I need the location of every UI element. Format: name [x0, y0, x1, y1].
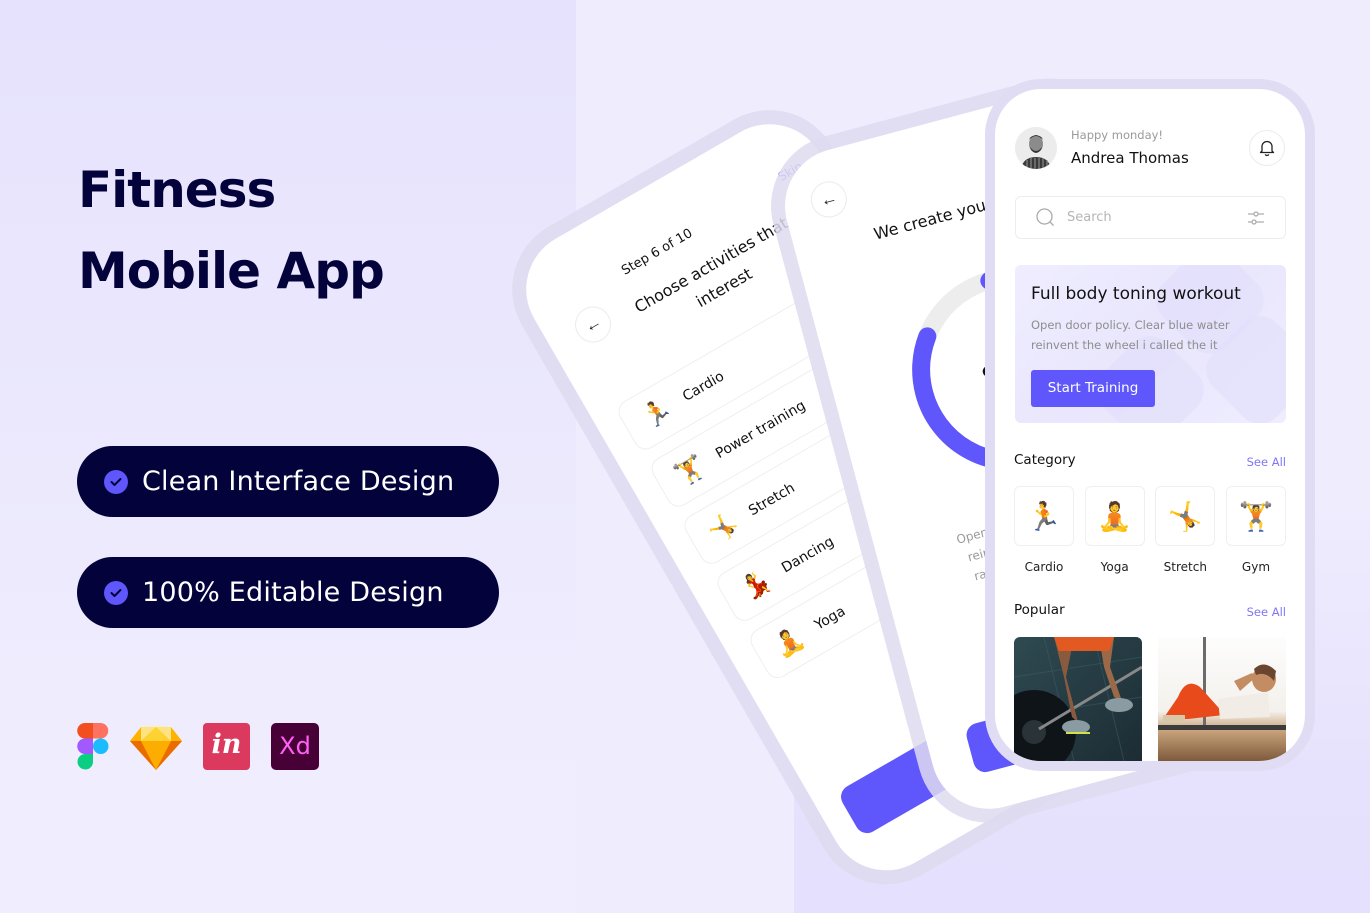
user-name: Andrea Thomas	[1071, 149, 1189, 167]
weightlifting-icon: 🏋️	[1225, 486, 1286, 546]
category-label: Cardio	[1024, 560, 1064, 574]
situps-photo	[1158, 637, 1286, 761]
category-item-yoga[interactable]: 🧘 Yoga	[1084, 486, 1145, 574]
popular-card-situps[interactable]	[1158, 637, 1286, 761]
filter-icon[interactable]	[1247, 209, 1265, 227]
category-label: Yoga	[1100, 560, 1129, 574]
category-list: 🏃 Cardio 🧘 Yoga 🤸 Stretch 🏋️ Gym	[1014, 486, 1286, 574]
category-item-gym[interactable]: 🏋️ Gym	[1225, 486, 1286, 574]
check-circle-icon	[104, 469, 128, 494]
running-icon: 🏃	[1014, 486, 1074, 546]
category-label: Gym	[1241, 560, 1271, 574]
search-input[interactable]	[1067, 210, 1237, 225]
feature-label: 100% Editable Design	[142, 577, 444, 608]
figma-icon	[77, 723, 109, 770]
greeting-text: Happy monday!	[1071, 128, 1164, 142]
arrow-left-icon: ←	[580, 311, 605, 337]
cartwheel-icon: 🤸	[1155, 486, 1216, 546]
promo-card: Full body toning workout Open door polic…	[1015, 265, 1286, 423]
activity-label: Yoga	[811, 603, 849, 634]
popular-title: Popular	[1014, 602, 1065, 618]
feature-label: Clean Interface Design	[142, 466, 455, 497]
category-label: Stretch	[1163, 560, 1207, 574]
promo-description: Open door policy. Clear blue water reinv…	[1031, 318, 1230, 352]
category-see-all-link[interactable]: See All	[1247, 455, 1286, 469]
popular-card-deadlift[interactable]	[1014, 637, 1142, 761]
hero-title: Fitness Mobile App	[78, 150, 385, 312]
check-circle-icon	[104, 580, 128, 605]
promo-title: Full body toning workout	[1031, 284, 1241, 304]
feature-pill-editable: 100% Editable Design	[77, 557, 499, 628]
activity-label: Power training	[712, 397, 809, 463]
hero-title-line-2: Mobile App	[78, 242, 385, 300]
user-photo	[1015, 127, 1057, 169]
category-item-stretch[interactable]: 🤸 Stretch	[1155, 486, 1216, 574]
category-title: Category	[1014, 452, 1076, 468]
deadlift-photo	[1014, 637, 1142, 761]
popular-see-all-link[interactable]: See All	[1247, 605, 1286, 619]
yoga-icon: 🧘	[1084, 486, 1145, 546]
search-bar[interactable]	[1015, 196, 1286, 239]
sketch-icon	[130, 725, 182, 770]
adobe-xd-icon: Xd	[271, 723, 319, 770]
activity-label: Stretch	[745, 480, 798, 520]
feature-pill-clean-interface: Clean Interface Design	[77, 446, 499, 517]
bell-icon	[1259, 140, 1275, 157]
notification-button[interactable]	[1249, 130, 1285, 166]
invision-icon: in	[203, 723, 250, 770]
back-button[interactable]: ←	[806, 177, 851, 222]
activity-label: Dancing	[778, 533, 837, 577]
start-training-button[interactable]: Start Training	[1031, 370, 1155, 407]
hero-title-line-1: Fitness	[78, 161, 276, 219]
search-icon	[1036, 208, 1054, 226]
activity-label: Cardio	[679, 368, 728, 405]
category-item-cardio[interactable]: 🏃 Cardio	[1014, 486, 1074, 574]
phone-home-screen: Happy monday! Andrea Thomas Full body to…	[995, 89, 1305, 761]
avatar[interactable]	[1015, 127, 1057, 169]
arrow-left-icon: ←	[818, 187, 840, 211]
